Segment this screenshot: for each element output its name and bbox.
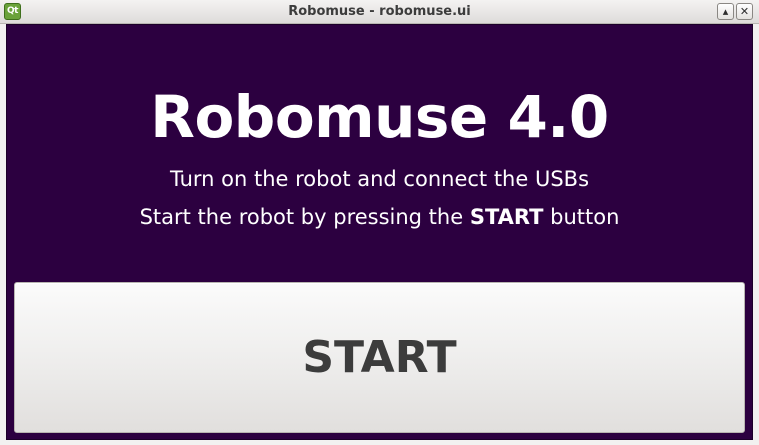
- app-window: Qt Robomuse - robomuse.ui ▴ ✕ Robomuse 4…: [0, 0, 759, 445]
- window-title: Robomuse - robomuse.ui: [288, 4, 471, 19]
- start-button[interactable]: START: [14, 282, 745, 433]
- instruction-start: Start the robot by pressing the START bu…: [7, 201, 752, 233]
- instruction-start-suffix: button: [543, 205, 620, 229]
- instruction-start-prefix: Start the robot by pressing the: [139, 205, 470, 229]
- maximize-icon[interactable]: ▴: [717, 3, 734, 20]
- close-icon[interactable]: ✕: [736, 3, 753, 20]
- main-panel: Robomuse 4.0 Turn on the robot and conne…: [6, 24, 753, 440]
- instruction-start-emphasis: START: [469, 205, 544, 229]
- title-bar[interactable]: Qt Robomuse - robomuse.ui ▴ ✕: [0, 0, 759, 24]
- app-heading: Robomuse 4.0: [150, 83, 609, 151]
- instruction-connect: Turn on the robot and connect the USBs: [169, 167, 590, 191]
